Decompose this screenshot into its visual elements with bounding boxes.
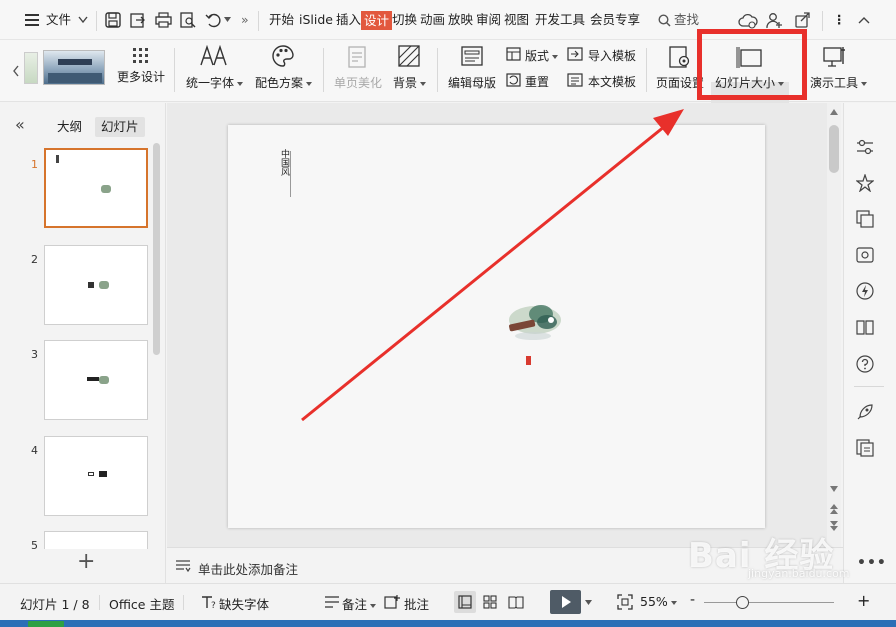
properties-icon[interactable] — [856, 139, 874, 155]
template-pages-icon[interactable] — [856, 439, 874, 457]
prev-slide-icon[interactable] — [830, 504, 838, 514]
theme-name[interactable]: Office 主题 — [109, 594, 174, 613]
svg-text:?: ? — [211, 601, 216, 609]
canvas-vertical-scrollbar[interactable] — [827, 103, 841, 547]
play-slideshow-button[interactable] — [550, 590, 581, 614]
taskbar-strip — [0, 620, 896, 627]
missing-font-icon[interactable]: ? — [201, 595, 217, 609]
more-tools-icon[interactable]: ••• — [857, 555, 887, 571]
star-magic-icon[interactable] — [856, 174, 874, 192]
fit-window-icon[interactable] — [617, 594, 633, 610]
zoom-in-button[interactable]: + — [857, 591, 870, 610]
baidu-watermark-url: jingyan.baidu.com — [748, 567, 850, 580]
wps-presentation-window: 文件 » 开始 iSlide 插入 设计 切换 动画 放映 审阅 视图 开发工具… — [0, 0, 896, 620]
missing-fonts-button[interactable]: 缺失字体 — [219, 594, 269, 613]
zoom-level[interactable]: 55% — [640, 594, 677, 609]
slide-canvas-area: 中国风 — [167, 103, 827, 547]
zoom-slider-thumb[interactable] — [736, 596, 749, 609]
status-bar: 幻灯片 1 / 8 Office 主题 ? 缺失字体 备注 批注 55% - + — [0, 583, 896, 620]
book-icon[interactable] — [856, 318, 874, 336]
notes-toggle-button[interactable]: 备注 — [342, 594, 376, 613]
normal-view-button[interactable] — [454, 591, 476, 613]
canvas-scroll-thumb[interactable] — [829, 125, 839, 173]
notes-icon — [176, 560, 191, 573]
lightning-icon[interactable] — [856, 282, 874, 300]
rocket-icon[interactable] — [856, 403, 874, 421]
scroll-down-icon[interactable] — [830, 486, 838, 492]
zoom-out-button[interactable]: - — [690, 592, 695, 608]
photo-tool-icon[interactable] — [856, 246, 874, 264]
help-icon[interactable] — [856, 355, 874, 373]
notes-placeholder[interactable]: 单击此处添加备注 — [198, 559, 298, 578]
scroll-up-icon[interactable] — [830, 109, 838, 115]
zoom-slider-track[interactable] — [704, 602, 834, 603]
reading-view-icon[interactable] — [508, 595, 524, 609]
slide-sorter-icon[interactable] — [483, 595, 497, 609]
comments-button[interactable]: 批注 — [404, 594, 429, 613]
comment-icon[interactable] — [384, 594, 400, 610]
current-slide[interactable]: 中国风 — [228, 109, 765, 528]
notes-toggle-icon[interactable] — [324, 596, 340, 609]
play-dropdown-icon[interactable] — [585, 600, 592, 605]
transition-icon[interactable] — [856, 210, 874, 228]
slide-counter: 幻灯片 1 / 8 — [20, 597, 90, 612]
annotation-arrow — [301, 109, 684, 422]
right-sidebar-tools: ••• — [843, 103, 896, 583]
normal-view-icon — [458, 595, 472, 609]
